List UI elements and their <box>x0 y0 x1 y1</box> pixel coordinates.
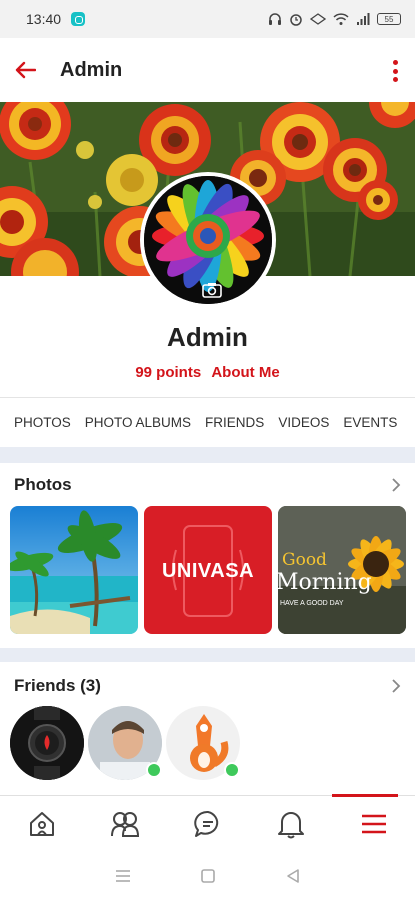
system-navigation-bar <box>0 851 415 900</box>
univasa-text: UNIVASA <box>161 560 255 582</box>
tab-photo-albums[interactable]: PHOTO ALBUMS <box>85 415 191 430</box>
section-divider <box>0 447 415 463</box>
friend-avatar-1[interactable] <box>10 706 84 780</box>
morning-text: Morning <box>278 570 372 595</box>
photo-thumbnail-good-morning[interactable]: Good Morning HAVE A GOOD DAY <box>278 506 406 634</box>
recents-icon[interactable] <box>114 868 132 884</box>
tab-events[interactable]: EVENTS <box>343 415 397 430</box>
friends-icon <box>110 812 139 837</box>
camera-icon[interactable] <box>202 282 222 298</box>
photo-thumbnail-univasa[interactable]: UNIVASA <box>144 506 272 634</box>
nav-friends[interactable] <box>83 796 166 852</box>
nav-messages[interactable] <box>166 796 249 852</box>
page-title: Admin <box>60 58 123 81</box>
bottom-navigation <box>0 794 415 852</box>
nav-menu[interactable] <box>332 794 415 852</box>
friends-strip <box>10 706 240 780</box>
tab-photos[interactable]: PHOTOS <box>14 415 71 430</box>
friends-chevron-icon[interactable] <box>391 679 401 693</box>
wifi-icon <box>333 13 349 25</box>
nav-notifications[interactable] <box>249 796 332 852</box>
profile-name: Admin <box>167 322 248 352</box>
profile-avatar[interactable] <box>140 172 276 308</box>
more-options-icon[interactable] <box>389 60 401 82</box>
battery-icon: 55 <box>377 13 401 25</box>
status-time: 13:40 <box>26 11 62 27</box>
good-text: Good <box>282 550 327 570</box>
notification-app-icon <box>71 12 86 26</box>
tab-videos[interactable]: VIDEOS <box>278 415 329 430</box>
alarm-icon <box>290 14 302 26</box>
friends-section-title[interactable]: Friends (3) <box>14 676 101 696</box>
battery-level: 55 <box>384 14 394 24</box>
avatar-image <box>144 176 272 304</box>
app-header: Admin <box>0 38 415 102</box>
nav-home[interactable] <box>0 796 83 852</box>
photos-chevron-icon[interactable] <box>391 478 401 492</box>
status-bar: 13:40 55 <box>0 0 415 38</box>
menu-icon <box>361 814 386 834</box>
section-divider <box>0 648 415 662</box>
about-me-link[interactable]: About Me <box>211 364 279 381</box>
headphones-icon <box>269 13 281 25</box>
messages-icon <box>193 810 218 837</box>
status-icons: 55 <box>268 12 401 26</box>
friend-avatar-3[interactable] <box>166 706 240 780</box>
home-button-icon[interactable] <box>200 868 216 884</box>
online-status-icon <box>146 762 162 778</box>
have-a-good-day-text: HAVE A GOOD DAY <box>280 600 344 607</box>
back-button-icon[interactable] <box>285 868 301 884</box>
profile-links: 99 points About Me <box>0 364 415 381</box>
online-status-icon <box>224 762 240 778</box>
points-link[interactable]: 99 points <box>135 364 201 381</box>
signal-icon <box>357 13 370 25</box>
home-icon <box>29 812 54 836</box>
tab-friends[interactable]: FRIENDS <box>205 415 264 430</box>
photos-section-title[interactable]: Photos <box>14 475 72 495</box>
data-saver-icon <box>310 13 326 25</box>
profile-tabs: PHOTOS PHOTO ALBUMS FRIENDS VIDEOS EVENT… <box>0 397 415 447</box>
photos-strip: UNIVASA Good Morning HAVE A GOOD DAY <box>10 506 406 634</box>
photo-thumbnail-beach[interactable] <box>10 506 138 634</box>
friend-avatar-2[interactable] <box>88 706 162 780</box>
notifications-icon <box>277 812 304 839</box>
back-arrow-icon[interactable] <box>2 38 48 102</box>
